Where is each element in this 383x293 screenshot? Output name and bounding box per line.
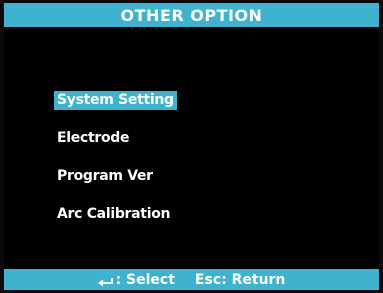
return-hint: Esc : Return (195, 272, 285, 288)
menu-item-arc-calibration[interactable]: Arc Calibration (54, 203, 254, 225)
enter-icon (97, 275, 114, 286)
select-hint: : Select (97, 271, 175, 288)
menu-item-label: Program Ver (57, 167, 153, 184)
title-bar: OTHER OPTION (4, 3, 379, 27)
menu-item-label: System Setting (54, 90, 177, 110)
menu-item-label: Arc Calibration (57, 205, 171, 222)
menu-item-electrode[interactable]: Electrode (54, 127, 254, 149)
device-bezel: OTHER OPTION System Setting Electrode Pr… (0, 0, 383, 293)
option-menu: System Setting Electrode Program Ver Arc… (54, 89, 254, 241)
menu-item-program-ver[interactable]: Program Ver (54, 165, 254, 187)
page-title: OTHER OPTION (120, 5, 263, 25)
lcd-screen: OTHER OPTION System Setting Electrode Pr… (4, 3, 379, 290)
menu-item-system-setting[interactable]: System Setting (54, 89, 254, 111)
return-label: : Return (221, 271, 286, 288)
status-bar: : Select Esc : Return (4, 269, 379, 290)
esc-key-label: Esc (194, 271, 222, 288)
menu-item-label: Electrode (57, 129, 130, 146)
select-label: : Select (115, 271, 175, 288)
